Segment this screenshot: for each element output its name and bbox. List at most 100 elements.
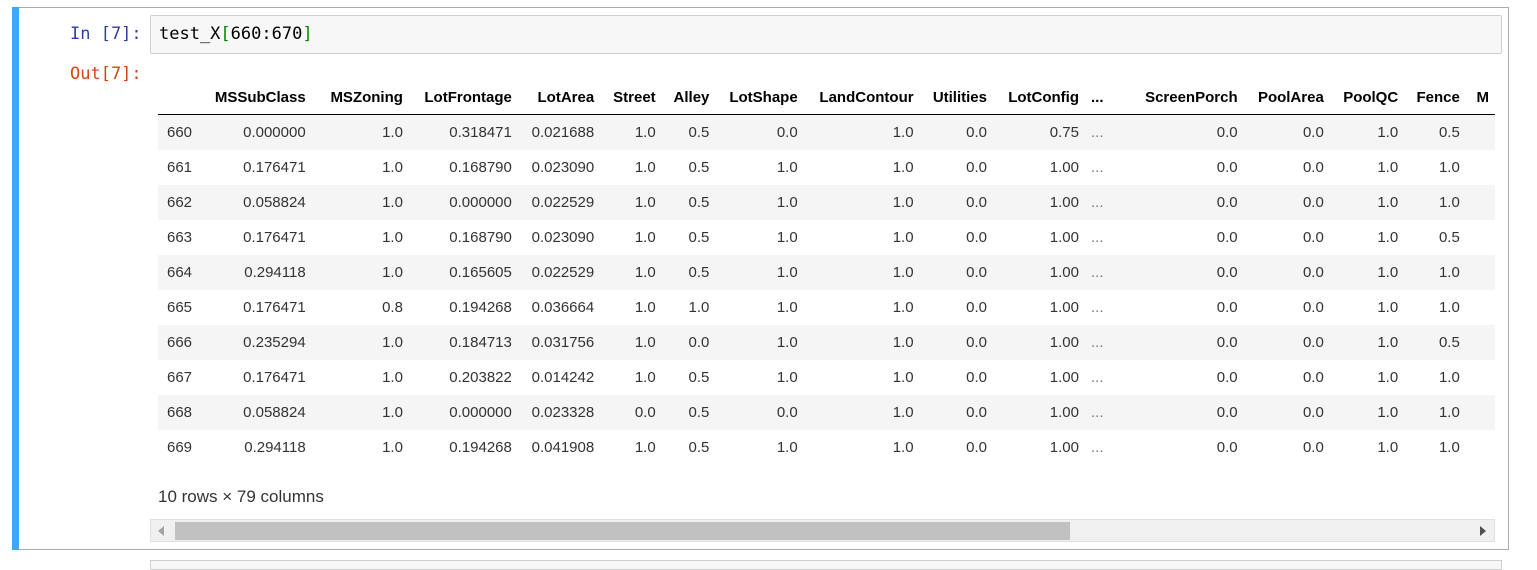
code-bracket-close: ] bbox=[302, 24, 313, 44]
table-cell: 1.0 bbox=[776, 369, 798, 386]
table-row: 668 0.058824 1.0 0.000000 0.023328 0.0 0.5 0.0 1… bbox=[158, 395, 1495, 430]
table-cell: 1.00 bbox=[1049, 404, 1079, 421]
table-cell: 0.0 bbox=[966, 159, 987, 176]
table-cell: 0.0 bbox=[1216, 264, 1238, 281]
code-input[interactable]: test_X[660:670] bbox=[150, 15, 1502, 54]
table-cell: 1.0 bbox=[1377, 264, 1399, 281]
table-cell: 1.0 bbox=[1438, 264, 1460, 281]
table-cell bbox=[1466, 360, 1495, 395]
table-cell: 0.0 bbox=[634, 404, 656, 421]
table-cell: 0.0 bbox=[1302, 229, 1324, 246]
table-cell: 1.0 bbox=[892, 159, 914, 176]
table-cell: 1.0 bbox=[1438, 159, 1460, 176]
table-cell bbox=[1466, 395, 1495, 430]
scroll-left-arrow-icon[interactable] bbox=[158, 526, 164, 536]
table-cell: 0.0 bbox=[1302, 194, 1324, 211]
code-bracket-open: [ bbox=[220, 24, 231, 44]
table-cell: 1.0 bbox=[1377, 229, 1399, 246]
column-header: LandContour bbox=[803, 80, 920, 115]
column-header: Alley bbox=[661, 80, 716, 115]
table-cell: 0.168790 bbox=[449, 229, 512, 246]
table-cell: 0.000000 bbox=[449, 194, 512, 211]
table-cell: 1.0 bbox=[1438, 369, 1460, 386]
column-header: MSZoning bbox=[311, 80, 409, 115]
table-cell: 1.0 bbox=[1377, 369, 1399, 386]
ellipsis-cell: ... bbox=[1091, 124, 1104, 141]
table-cell: 0.5 bbox=[1438, 124, 1460, 141]
table-cell: 1.0 bbox=[1377, 159, 1399, 176]
table-cell: 0.022529 bbox=[531, 194, 595, 211]
table-cell: 0.5 bbox=[688, 124, 710, 141]
table-cell: 0.235294 bbox=[243, 334, 306, 351]
table-cell: 1.0 bbox=[1377, 334, 1399, 351]
code-slice: 660:670 bbox=[230, 24, 303, 44]
table-cell: 0.194268 bbox=[449, 439, 512, 456]
table-cell: 0.5 bbox=[1438, 334, 1460, 351]
ellipsis-cell: ... bbox=[1091, 229, 1104, 246]
table-cell bbox=[1466, 150, 1495, 185]
table-cell bbox=[1466, 220, 1495, 255]
table-cell: 0.0 bbox=[1216, 299, 1238, 316]
column-header: ... bbox=[1085, 80, 1115, 115]
table-cell: 1.0 bbox=[1377, 404, 1399, 421]
table-cell: 1.00 bbox=[1049, 439, 1079, 456]
table-cell: 0.5 bbox=[688, 404, 710, 421]
ellipsis-cell: ... bbox=[1091, 264, 1104, 281]
table-cell: 1.0 bbox=[382, 439, 403, 456]
scroll-right-arrow-icon[interactable] bbox=[1480, 526, 1486, 536]
table-cell: 0.058824 bbox=[243, 404, 306, 421]
table-cell: 0.0 bbox=[966, 369, 987, 386]
table-cell: 0.0 bbox=[966, 229, 987, 246]
table-cell: 0.0 bbox=[1216, 194, 1238, 211]
table-cell: 0.176471 bbox=[243, 369, 306, 386]
table-cell: 1.0 bbox=[688, 299, 710, 316]
table-cell: 0.0 bbox=[1302, 369, 1324, 386]
table-cell: 0.0 bbox=[1302, 159, 1324, 176]
column-header: LotArea bbox=[517, 80, 601, 115]
horizontal-scrollbar[interactable] bbox=[150, 519, 1495, 542]
table-cell: 1.0 bbox=[634, 264, 656, 281]
table-cell: 1.0 bbox=[382, 194, 403, 211]
code-variable: test_X bbox=[159, 24, 221, 44]
scrollbar-thumb[interactable] bbox=[175, 522, 1070, 540]
next-cell-input[interactable] bbox=[150, 560, 1502, 570]
table-cell: 0.203822 bbox=[449, 369, 512, 386]
table-cell: 1.0 bbox=[1438, 299, 1460, 316]
table-cell bbox=[1466, 430, 1495, 465]
table-cell: 1.0 bbox=[634, 194, 656, 211]
table-cell: 1.0 bbox=[1377, 124, 1399, 141]
table-cell: 0.184713 bbox=[449, 334, 512, 351]
table-cell: 1.00 bbox=[1049, 159, 1079, 176]
table-cell: 0.0 bbox=[1216, 369, 1238, 386]
table-cell: 1.0 bbox=[892, 124, 914, 141]
ellipsis-cell: ... bbox=[1091, 369, 1104, 386]
row-index: 666 bbox=[167, 334, 193, 351]
table-cell: 0.5 bbox=[688, 194, 710, 211]
table-cell: 0.294118 bbox=[244, 264, 306, 281]
table-cell: 1.0 bbox=[382, 264, 403, 281]
table-body: 660 0.000000 1.0 0.318471 0.021688 1.0 0.5 0.0 1… bbox=[158, 114, 1495, 466]
table-cell: 0.0 bbox=[1302, 439, 1324, 456]
row-index: 660 bbox=[167, 124, 193, 141]
table-row: 664 0.294118 1.0 0.165605 0.022529 1.0 0.5 1.0 1… bbox=[158, 255, 1495, 290]
table-row: 666 0.235294 1.0 0.184713 0.031756 1.0 0.0 1.0 1… bbox=[158, 325, 1495, 360]
table-cell bbox=[1466, 255, 1495, 290]
table-cell: 0.0 bbox=[1216, 159, 1238, 176]
table-cell: 1.0 bbox=[776, 194, 798, 211]
table-cell: 0.294118 bbox=[244, 439, 306, 456]
table-cell: 0.0 bbox=[966, 404, 987, 421]
row-index: 667 bbox=[167, 369, 193, 386]
table-cell bbox=[1466, 185, 1495, 220]
table-cell: 0.0 bbox=[966, 194, 987, 211]
table-cell: 1.0 bbox=[634, 299, 656, 316]
table-cell: 0.0 bbox=[1216, 439, 1238, 456]
table-cell: 1.0 bbox=[634, 439, 656, 456]
table-cell: 1.0 bbox=[634, 159, 656, 176]
column-header: PoolArea bbox=[1243, 80, 1330, 115]
column-header: PoolQC bbox=[1329, 80, 1405, 115]
row-index: 663 bbox=[167, 229, 193, 246]
dataframe-table: MSSubClass MSZoning LotFrontage LotArea Stre… bbox=[158, 80, 1495, 465]
table-cell: 0.0 bbox=[1302, 334, 1324, 351]
table-cell: 1.0 bbox=[776, 439, 798, 456]
table-cell: 0.75 bbox=[1049, 124, 1079, 141]
